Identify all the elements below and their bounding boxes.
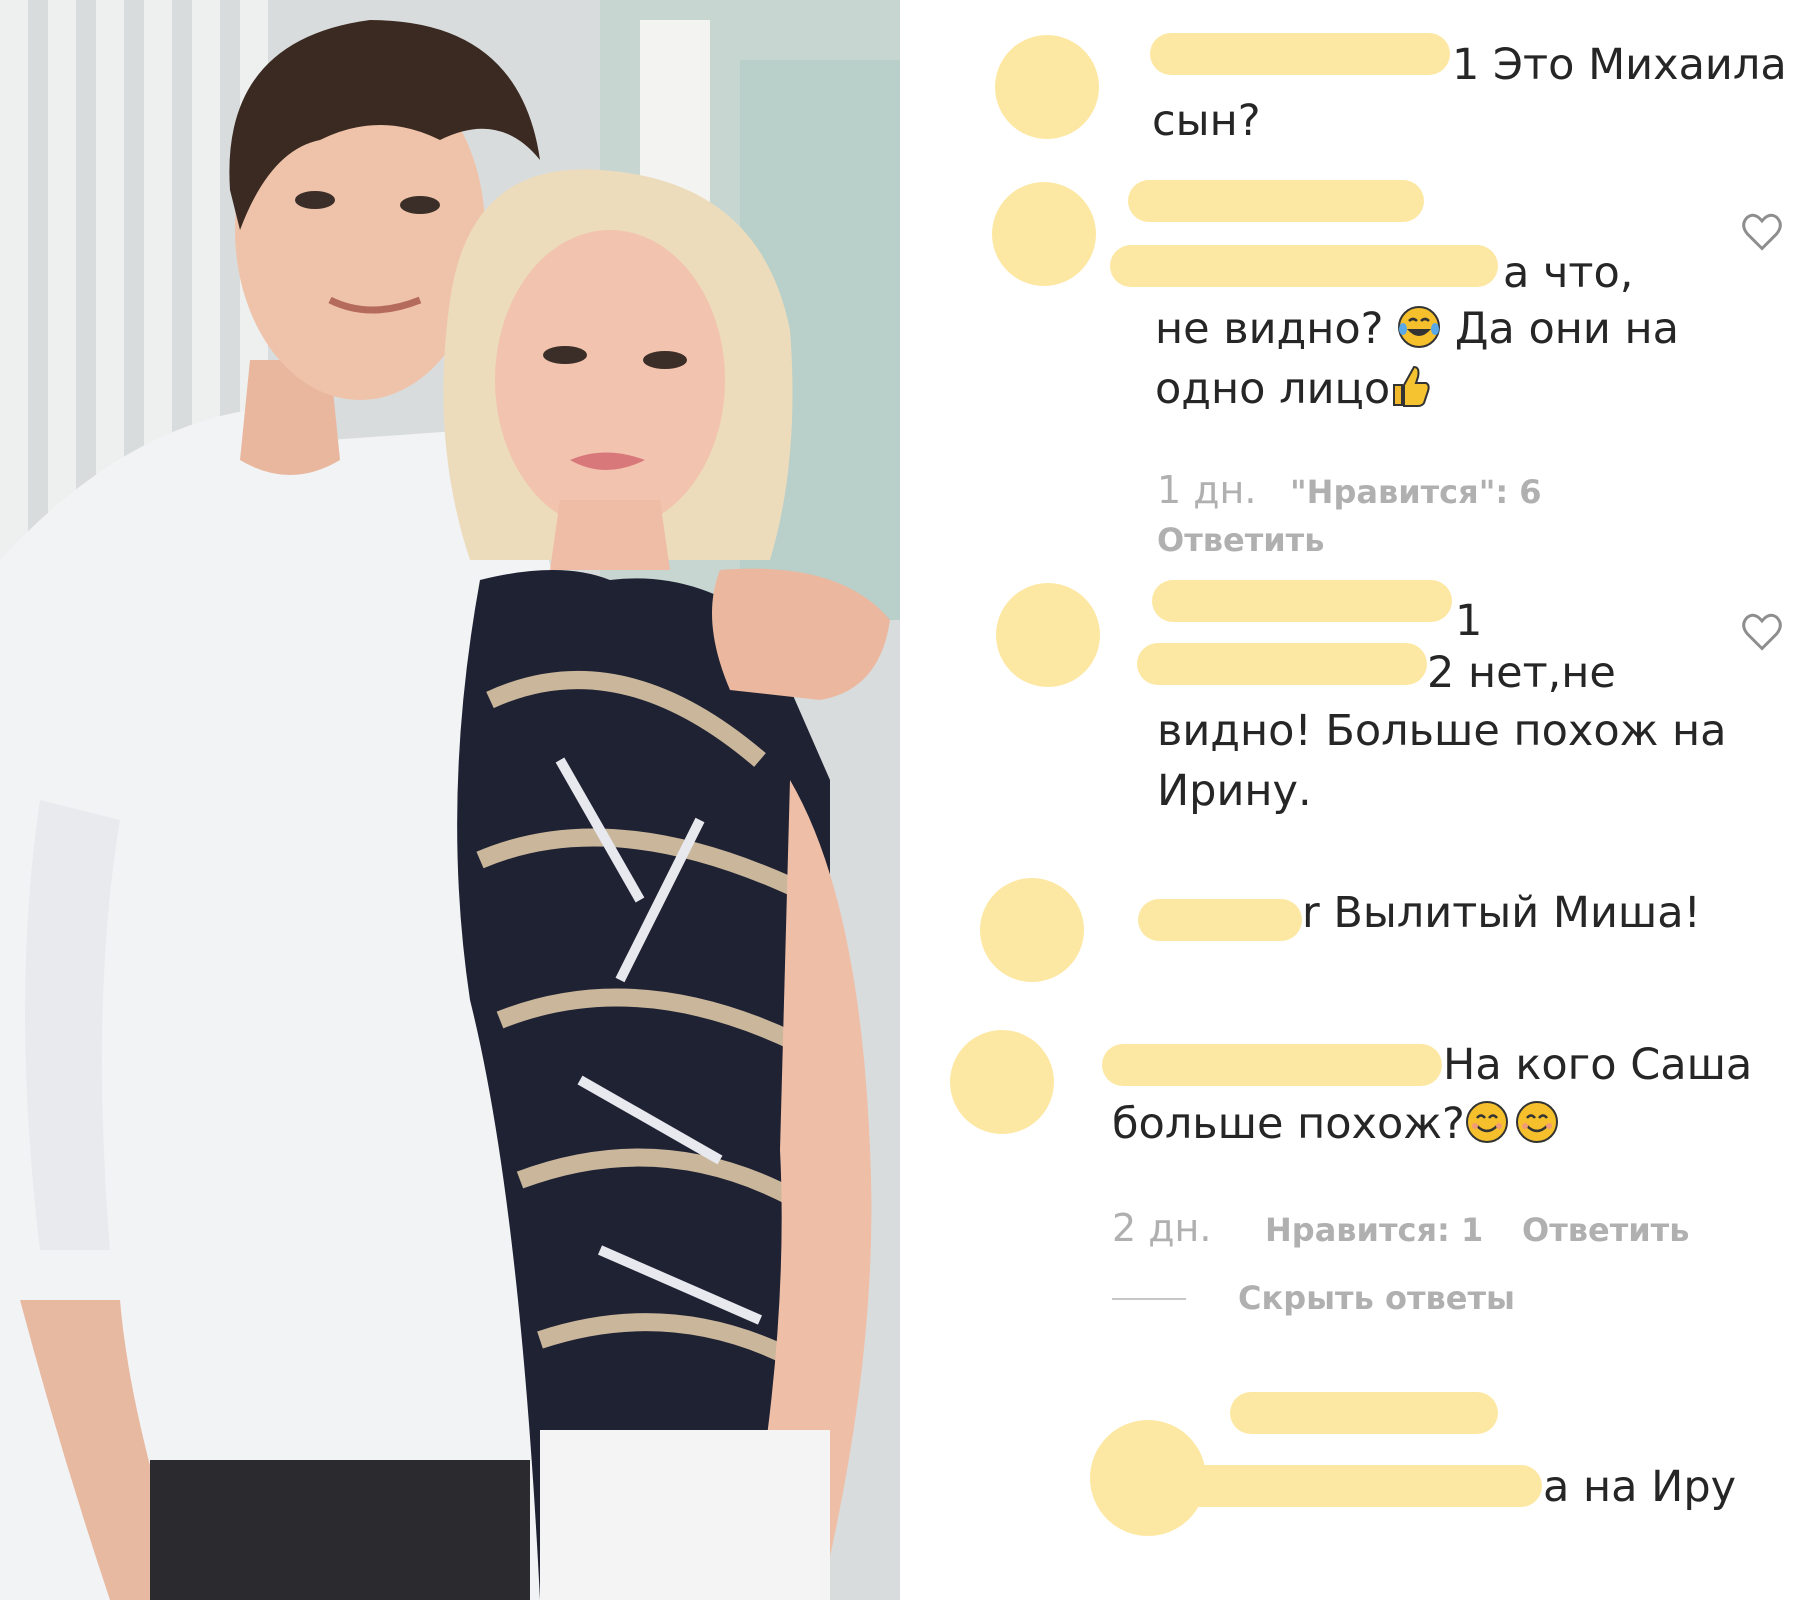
comment-text: видно! Больше похож на (1157, 706, 1727, 756)
comments-panel: 1 Это Михаила сын? а что, не видно? Да о… (900, 0, 1800, 1600)
heart-icon[interactable] (1740, 610, 1784, 654)
avatar[interactable] (950, 1030, 1054, 1134)
comment-text-line: больше похож? (1112, 1095, 1559, 1159)
comment-text: 2 нет,не (1427, 648, 1616, 698)
hide-replies-divider (1112, 1298, 1186, 1300)
redacted-username (1152, 580, 1452, 622)
comment-text: Ирину. (1157, 766, 1312, 816)
comment-text: 1 Это Михаила (1452, 40, 1787, 90)
redacted-mention (1162, 1465, 1542, 1507)
username-tail: 1 (1455, 596, 1483, 646)
avatar[interactable] (995, 35, 1099, 139)
comment-text-line: одно лицо (1155, 360, 1432, 424)
redacted-username (1128, 180, 1424, 222)
avatar[interactable] (996, 583, 1100, 687)
redacted-username (1138, 899, 1302, 941)
tears-of-joy-icon (1397, 305, 1441, 364)
photo (0, 0, 900, 1600)
comment-text: а что, (1503, 248, 1634, 298)
avatar[interactable] (980, 878, 1084, 982)
likes-count: "Нравится": 6 (1290, 473, 1542, 511)
smiling-face-icon (1465, 1100, 1509, 1159)
avatar[interactable] (992, 182, 1096, 286)
comment-text: сын? (1152, 96, 1261, 146)
smiling-face-icon (1515, 1100, 1559, 1159)
redacted-mention (1137, 643, 1427, 685)
comment-text: r Вылитый Миша! (1302, 888, 1701, 938)
comment-text: На кого Саша (1443, 1040, 1753, 1090)
heart-icon[interactable] (1740, 210, 1784, 254)
hide-replies-button[interactable]: Скрыть ответы (1238, 1278, 1515, 1318)
comment-text-line: не видно? Да они на (1155, 300, 1679, 364)
likes-count: Нравится: 1 (1265, 1211, 1484, 1249)
comment-timestamp: 2 дн. (1112, 1206, 1212, 1250)
photo-illustration (0, 0, 900, 1600)
redacted-mention (1110, 245, 1498, 287)
comment-timestamp: 1 дн. (1157, 468, 1257, 512)
comment-text: а на Иру (1543, 1462, 1737, 1512)
redacted-username (1102, 1044, 1442, 1086)
redacted-username (1150, 33, 1450, 75)
reply-button[interactable]: Ответить (1157, 520, 1324, 560)
thumbs-up-icon (1390, 363, 1432, 424)
reply-button[interactable]: Ответить (1522, 1210, 1689, 1250)
redacted-username (1230, 1392, 1498, 1434)
